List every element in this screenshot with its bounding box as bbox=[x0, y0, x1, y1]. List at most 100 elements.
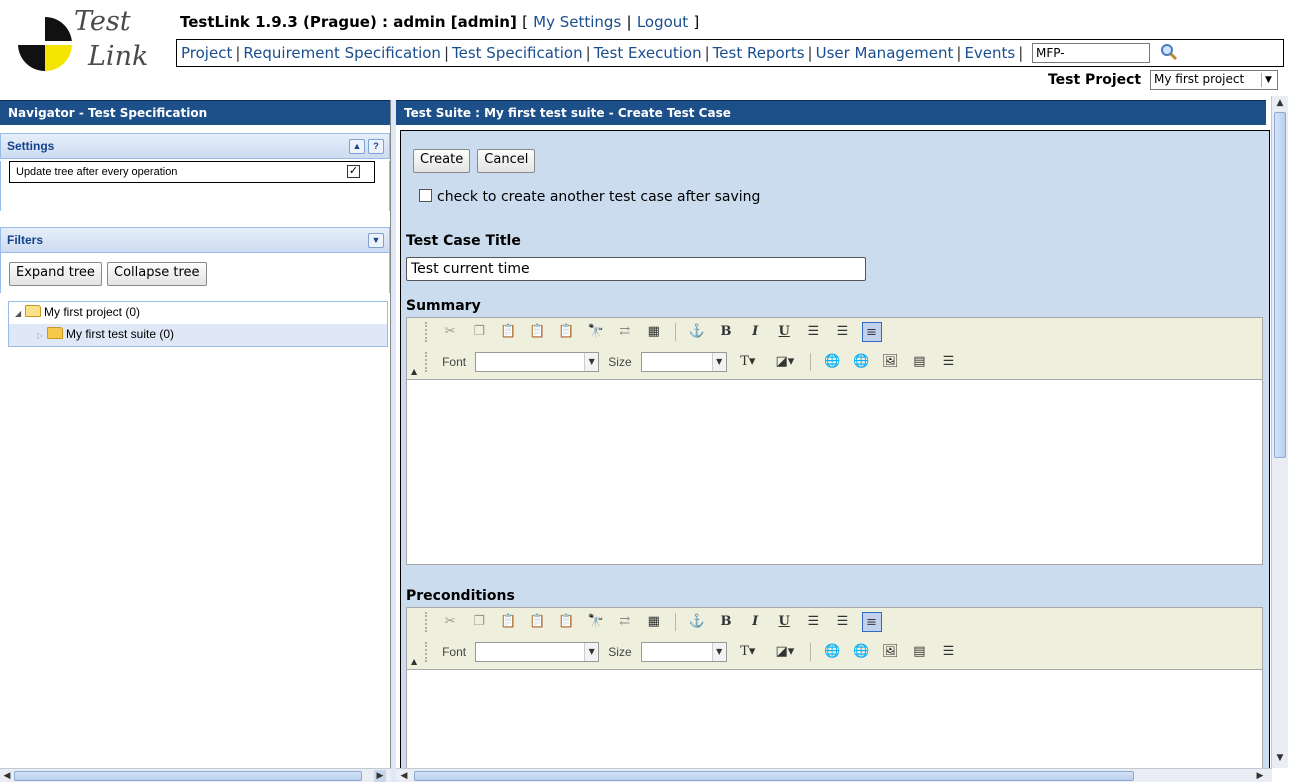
font-select[interactable]: ▼ bbox=[475, 641, 600, 662]
italic-icon[interactable]: I bbox=[745, 322, 765, 342]
bold-icon[interactable]: B bbox=[716, 612, 736, 632]
scroll-down-icon[interactable]: ▼ bbox=[1274, 752, 1286, 764]
workframe-vertical-scrollbar[interactable]: ▲ ▼ bbox=[1271, 96, 1288, 768]
paste-word-icon[interactable]: 📋 bbox=[556, 322, 576, 342]
my-settings-link[interactable]: My Settings bbox=[533, 13, 621, 31]
help-icon[interactable]: ? bbox=[368, 139, 384, 154]
tree-node-suite[interactable]: ▷ My first test suite (0) bbox=[9, 324, 387, 346]
expand-tree-button[interactable]: Expand tree bbox=[9, 262, 102, 286]
menu-test-specification[interactable]: Test Specification bbox=[452, 44, 583, 62]
tree-node-label[interactable]: My first project (0) bbox=[44, 305, 140, 319]
copy-icon[interactable]: ❐ bbox=[469, 322, 489, 342]
text-color-icon[interactable]: T▾ bbox=[734, 642, 762, 662]
numbered-list-icon[interactable]: ☰ bbox=[803, 322, 823, 342]
bulleted-list-icon[interactable]: ☰ bbox=[832, 612, 852, 632]
tree-node-label[interactable]: My first test suite (0) bbox=[66, 327, 174, 341]
anchor-icon[interactable]: ⚓ bbox=[687, 322, 707, 342]
collapse-up-icon[interactable]: ▲ bbox=[349, 139, 365, 154]
testlink-logo[interactable]: Test Link bbox=[16, 6, 156, 76]
font-label: Font bbox=[442, 354, 467, 369]
collapse-tree-button[interactable]: Collapse tree bbox=[107, 262, 207, 286]
anchor-icon[interactable]: ⚓ bbox=[687, 612, 707, 632]
test-case-title-input[interactable] bbox=[406, 257, 866, 281]
cut-icon[interactable]: ✂ bbox=[440, 322, 460, 342]
image-icon[interactable]: 🖼 bbox=[880, 352, 900, 372]
cut-icon[interactable]: ✂ bbox=[440, 612, 460, 632]
preconditions-text-area[interactable] bbox=[407, 670, 1262, 769]
cancel-button[interactable]: Cancel bbox=[477, 149, 536, 173]
link-icon[interactable]: 🌐 bbox=[822, 352, 842, 372]
horizontal-rule-icon[interactable]: ☰ bbox=[938, 352, 958, 372]
create-another-checkbox[interactable] bbox=[419, 189, 432, 202]
copy-icon[interactable]: ❐ bbox=[469, 612, 489, 632]
align-left-icon[interactable]: ≡ bbox=[861, 321, 882, 342]
settings-panel-header: Settings ▲ ? bbox=[0, 133, 390, 159]
scrollbar-thumb[interactable] bbox=[1274, 112, 1286, 458]
underline-icon[interactable]: U bbox=[774, 612, 794, 632]
workframe-horizontal-scrollbar[interactable]: ◀ ▶ bbox=[396, 768, 1272, 782]
scrollbar-thumb[interactable] bbox=[14, 771, 362, 781]
menu-separator: | bbox=[704, 44, 710, 62]
replace-icon[interactable]: ⇄ bbox=[615, 612, 635, 632]
size-select[interactable]: ▼ bbox=[640, 351, 727, 372]
scroll-right-icon[interactable]: ▶ bbox=[1254, 770, 1266, 782]
expanded-triangle-icon[interactable]: ◢ bbox=[15, 309, 25, 318]
size-select[interactable]: ▼ bbox=[640, 641, 727, 662]
find-icon[interactable]: 🔭 bbox=[586, 612, 606, 632]
menu-requirement-specification[interactable]: Requirement Specification bbox=[243, 44, 441, 62]
menu-events[interactable]: Events bbox=[964, 44, 1015, 62]
menu-separator: | bbox=[807, 44, 813, 62]
numbered-list-icon[interactable]: ☰ bbox=[803, 612, 823, 632]
chevron-down-icon[interactable]: ▼ bbox=[368, 233, 384, 248]
image-icon[interactable]: 🖼 bbox=[880, 642, 900, 662]
menu-test-execution[interactable]: Test Execution bbox=[594, 44, 702, 62]
menu-project[interactable]: Project bbox=[181, 44, 232, 62]
filters-panel: Filters ▼ Expand tree Collapse tree bbox=[0, 227, 390, 293]
bold-icon[interactable]: B bbox=[716, 322, 736, 342]
navigator-horizontal-scrollbar[interactable]: ◀ ▶ bbox=[0, 768, 391, 782]
underline-icon[interactable]: U bbox=[774, 322, 794, 342]
paste-text-icon[interactable]: 📋 bbox=[527, 612, 547, 632]
align-left-icon[interactable]: ≡ bbox=[861, 611, 882, 632]
update-tree-checkbox[interactable]: ✓ bbox=[347, 165, 360, 178]
font-select[interactable]: ▼ bbox=[475, 351, 600, 372]
paste-word-icon[interactable]: 📋 bbox=[556, 612, 576, 632]
table-icon[interactable]: ▤ bbox=[909, 352, 929, 372]
test-case-search-input[interactable] bbox=[1032, 43, 1150, 63]
italic-icon[interactable]: I bbox=[745, 612, 765, 632]
unlink-icon[interactable]: 🌐 bbox=[851, 352, 871, 372]
unlink-icon[interactable]: 🌐 bbox=[851, 642, 871, 662]
folder-open-icon bbox=[25, 305, 41, 317]
background-color-icon[interactable]: ◪▾ bbox=[771, 352, 799, 372]
bulleted-list-icon[interactable]: ☰ bbox=[832, 322, 852, 342]
logout-link[interactable]: Logout bbox=[637, 13, 688, 31]
paste-text-icon[interactable]: 📋 bbox=[527, 322, 547, 342]
scroll-left-icon[interactable]: ◀ bbox=[398, 770, 410, 782]
find-icon[interactable]: 🔭 bbox=[586, 322, 606, 342]
table-icon[interactable]: ▤ bbox=[909, 642, 929, 662]
link-icon[interactable]: 🌐 bbox=[822, 642, 842, 662]
horizontal-rule-icon[interactable]: ☰ bbox=[938, 642, 958, 662]
select-all-icon[interactable]: ▦ bbox=[644, 322, 664, 342]
collapse-toolbar-icon[interactable]: ▲ bbox=[411, 367, 417, 376]
select-all-icon[interactable]: ▦ bbox=[644, 612, 664, 632]
scrollbar-thumb[interactable] bbox=[414, 771, 1134, 781]
scroll-right-icon[interactable]: ▶ bbox=[374, 770, 386, 782]
search-icon[interactable] bbox=[1159, 42, 1179, 62]
create-button[interactable]: Create bbox=[413, 149, 471, 173]
scroll-left-icon[interactable]: ◀ bbox=[1, 770, 13, 782]
menu-user-management[interactable]: User Management bbox=[816, 44, 954, 62]
summary-text-area[interactable] bbox=[407, 380, 1262, 564]
replace-icon[interactable]: ⇄ bbox=[615, 322, 635, 342]
collapse-toolbar-icon[interactable]: ▲ bbox=[411, 657, 417, 666]
create-another-label: check to create another test case after … bbox=[437, 189, 761, 205]
text-color-icon[interactable]: T▾ bbox=[734, 352, 762, 372]
collapsed-triangle-icon[interactable]: ▷ bbox=[37, 331, 47, 340]
tree-node-project[interactable]: ◢ My first project (0) bbox=[9, 302, 387, 324]
test-project-select[interactable]: My first project ▼ bbox=[1150, 70, 1278, 90]
scroll-up-icon[interactable]: ▲ bbox=[1274, 97, 1286, 109]
background-color-icon[interactable]: ◪▾ bbox=[771, 642, 799, 662]
menu-test-reports[interactable]: Test Reports bbox=[713, 44, 805, 62]
paste-icon[interactable]: 📋 bbox=[498, 322, 518, 342]
paste-icon[interactable]: 📋 bbox=[498, 612, 518, 632]
